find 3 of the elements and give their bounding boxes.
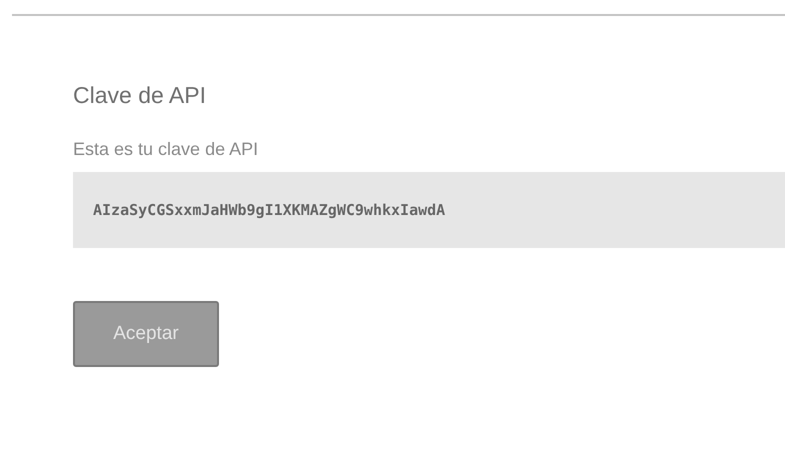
- field-label: Esta es tu clave de API: [73, 139, 258, 160]
- api-key-field[interactable]: AIzaSyCGSxxmJaHWb9gI1XKMAZgWC9whkxIawdA: [73, 172, 785, 248]
- dialog-title: Clave de API: [73, 82, 206, 109]
